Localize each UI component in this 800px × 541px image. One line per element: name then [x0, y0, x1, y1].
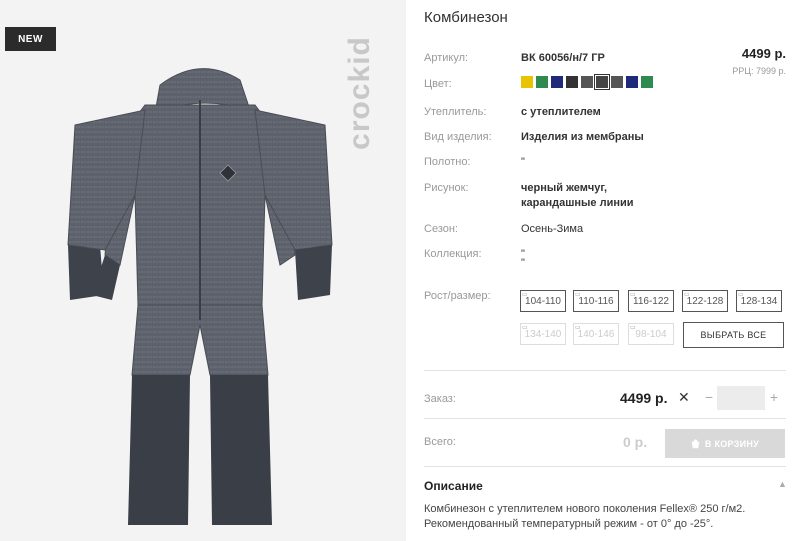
size-corner-icon: ▭: [575, 292, 581, 298]
select-all-sizes-button[interactable]: ВЫБРАТЬ ВСЕ: [683, 322, 784, 348]
product-details-panel: Комбинезон 4499 р. РРЦ: 7999 р. Артикул:…: [406, 0, 800, 541]
order-label: Заказ:: [424, 393, 456, 405]
description-line: Комбинезон с утеплителем нового поколени…: [424, 503, 746, 515]
spec-label: Вид изделия:: [424, 131, 492, 143]
spec-label: Цвет:: [424, 78, 452, 90]
new-badge: NEW: [5, 27, 56, 51]
description-toggle[interactable]: Описание: [424, 479, 483, 493]
size-option[interactable]: ▭ 122-128: [682, 290, 728, 312]
size-option-label: 116-122: [633, 295, 669, 307]
color-swatch[interactable]: [626, 76, 638, 88]
total-value: 0 р.: [623, 434, 648, 450]
quantity-decrement-button[interactable]: −: [703, 389, 715, 405]
color-swatch[interactable]: [641, 76, 653, 88]
spec-label: Коллекция:: [424, 248, 482, 260]
close-icon[interactable]: ✕: [678, 389, 690, 406]
size-option-label: 134-140: [524, 328, 562, 340]
size-option-label: 122-128: [686, 295, 724, 307]
divider: [424, 418, 786, 419]
product-title: Комбинезон: [424, 9, 508, 26]
size-corner-icon: ▭: [630, 292, 636, 298]
spec-value: Осень-Зима: [521, 223, 584, 235]
product-price: 4499 р.: [741, 46, 786, 61]
spec-value: с утеплителем: [521, 106, 601, 118]
size-corner-icon: ▭: [738, 292, 744, 298]
caret-up-icon[interactable]: ▲: [778, 479, 787, 489]
spec-label: Артикул:: [424, 52, 469, 64]
order-price: 4499 р.: [620, 390, 668, 406]
size-option-label: 98-104: [635, 328, 667, 340]
total-label: Всего:: [424, 436, 456, 448]
size-option-label: 104-110: [525, 295, 561, 307]
color-swatch[interactable]: [521, 76, 533, 88]
color-swatch[interactable]: [551, 76, 563, 88]
color-swatch[interactable]: [536, 76, 548, 88]
spec-label: Рисунок:: [424, 182, 469, 194]
divider: [424, 370, 786, 371]
size-corner-icon: ▭: [522, 292, 528, 298]
recommended-price: РРЦ: 7999 р.: [732, 66, 786, 76]
color-swatch[interactable]: [566, 76, 578, 88]
spec-value: ": [521, 156, 525, 168]
size-option-disabled: ▭ 98-104: [628, 323, 674, 345]
spec-value: карандашные линии: [521, 197, 634, 209]
spec-label: Полотно:: [424, 156, 471, 168]
size-corner-icon: ▭: [630, 325, 636, 331]
spec-label: Утеплитель:: [424, 106, 487, 118]
size-option[interactable]: ▭ 110-116: [573, 290, 619, 312]
color-swatches: [521, 74, 653, 90]
product-photo[interactable]: NEW crockid: [0, 0, 406, 541]
color-swatch[interactable]: [594, 74, 610, 90]
size-option-label: 128-134: [740, 295, 778, 307]
quantity-input[interactable]: [717, 386, 765, 410]
quantity-increment-button[interactable]: +: [768, 389, 780, 405]
cart-icon: [691, 438, 700, 448]
size-option-label: 110-116: [578, 295, 614, 307]
add-to-cart-label: В КОРЗИНУ: [704, 438, 760, 449]
spec-value: черный жемчуг,: [521, 182, 608, 194]
size-option-disabled: ▭ 140-146: [573, 323, 619, 345]
size-corner-icon: ▭: [522, 325, 528, 331]
divider: [424, 466, 786, 467]
spec-label: Сезон:: [424, 223, 458, 235]
size-option[interactable]: ▭ 104-110: [520, 290, 566, 312]
description-text: Комбинезон с утеплителем нового поколени…: [424, 502, 784, 532]
spec-label: Рост/размер:: [424, 290, 491, 302]
description-line: Рекомендованный температурный режим - от…: [424, 518, 714, 530]
size-corner-icon: ▭: [684, 292, 690, 298]
size-option[interactable]: ▭ 128-134: [736, 290, 782, 312]
size-corner-icon: ▭: [575, 325, 581, 331]
jumpsuit-illustration: [67, 68, 333, 525]
size-option[interactable]: ▭ 116-122: [628, 290, 674, 312]
color-swatch[interactable]: [581, 76, 593, 88]
spec-value: ВК 60056/н/7 ГР: [521, 52, 605, 64]
spec-value: ": [521, 257, 525, 269]
size-option-label: 140-146: [577, 328, 615, 340]
size-option-disabled: ▭ 134-140: [520, 323, 566, 345]
add-to-cart-button[interactable]: В КОРЗИНУ: [665, 429, 785, 458]
spec-value: Изделия из мембраны: [521, 131, 644, 143]
color-swatch[interactable]: [611, 76, 623, 88]
